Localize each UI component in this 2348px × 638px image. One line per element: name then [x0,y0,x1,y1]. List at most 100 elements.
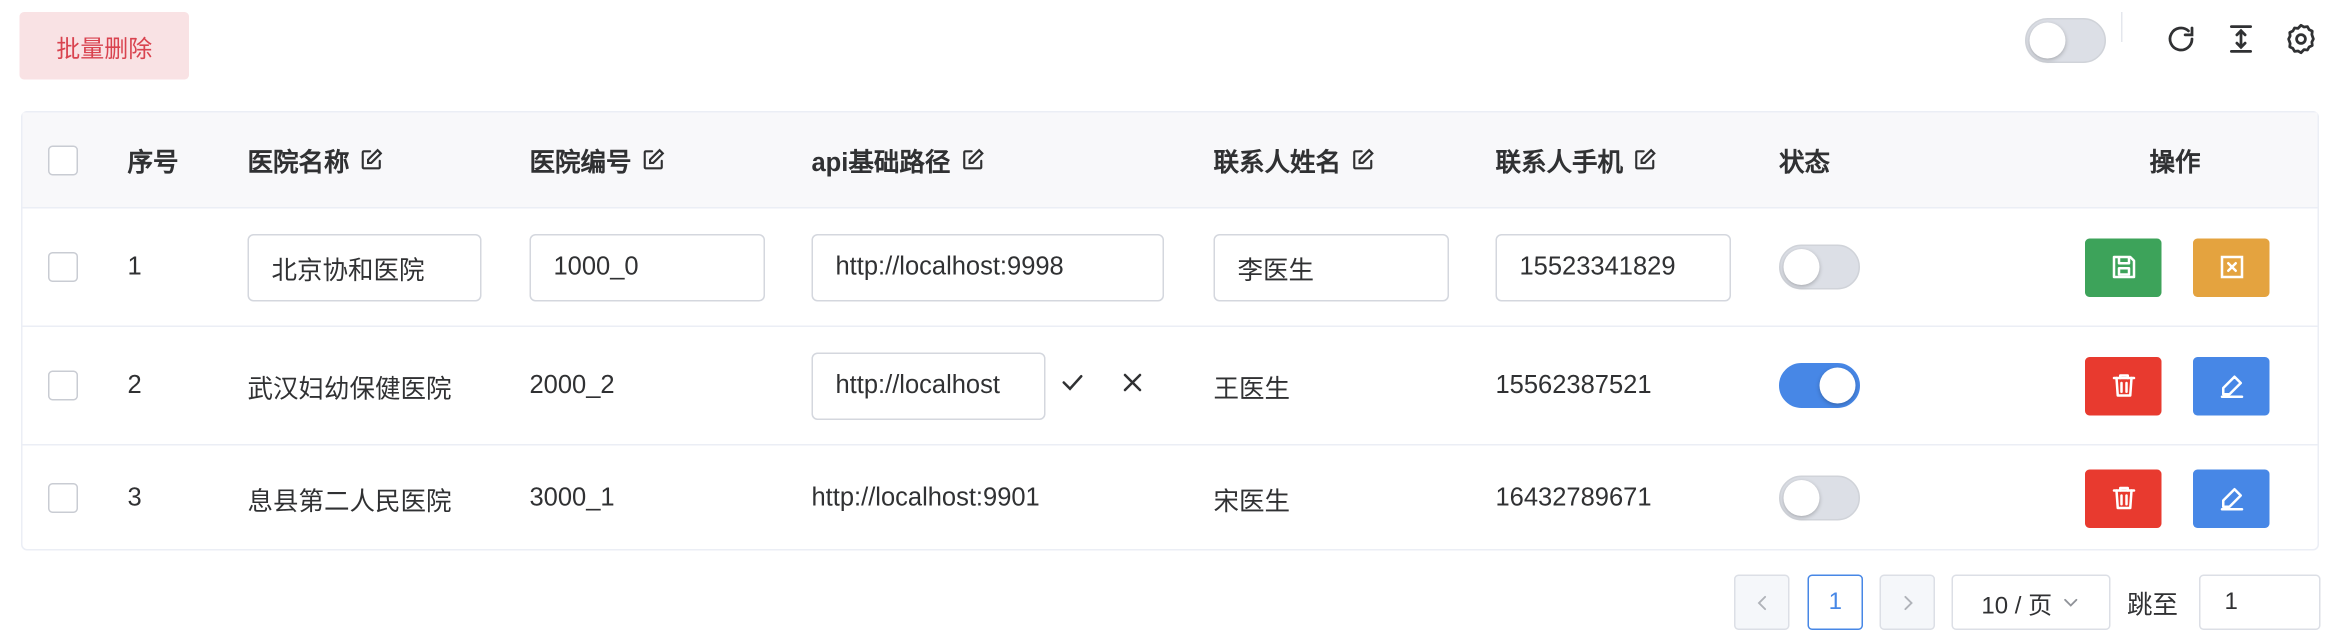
row-index: 3 [127,483,142,512]
page: 批量删除 序号 医院名称 医院编号 api基础路径 联系人姓名 联系人手机 状态… [0,0,2348,638]
contact-name: 王医生 [1213,374,1291,403]
edit-button[interactable] [2193,356,2270,415]
chevron-down-icon [2064,598,2078,607]
chevron-right-icon [1903,595,1913,610]
table-header: 序号 医院名称 医院编号 api基础路径 联系人姓名 联系人手机 状态 操作 [22,112,2318,209]
select-all-cell [48,113,78,208]
jump-label: 跳至 [2127,591,2178,620]
actions-cell-2 [2193,209,2270,326]
batch-delete-button[interactable]: 批量删除 [19,12,189,80]
hospital-name: 武汉妇幼保健医院 [247,374,452,403]
settings-icon[interactable] [2283,21,2319,57]
edit-square-icon [359,147,385,173]
column-label: api基础路径 [811,148,951,178]
row-select-cell [48,446,78,551]
prev-page-button[interactable] [1734,574,1790,630]
edit-square-icon [1350,147,1376,173]
actions-cell-2 [2193,327,2270,444]
status-cell [1779,209,1860,326]
row-checkbox[interactable] [48,370,78,401]
jump-page-input[interactable]: 1 [2199,574,2321,630]
column-label: 医院编号 [529,148,632,178]
column-label: 状态 [1779,148,1830,178]
status-cell [1779,327,1860,444]
status-switch[interactable] [1779,475,1860,521]
edit-square-icon [959,147,985,173]
page-number-button[interactable]: 1 [1807,574,1863,630]
status-cell [1779,446,1860,551]
check-icon[interactable] [1058,367,1088,405]
api-base-url-input[interactable]: http://localhost:9998 [811,233,1164,301]
contact-phone: 16432789671 [1495,483,1652,512]
trash-icon [2112,486,2135,510]
contact-name-input[interactable]: 李医生 [1213,233,1449,301]
save-icon [2112,255,2135,279]
api-base-url: http://localhost:9901 [811,483,1040,512]
pencil-icon [2220,488,2243,511]
hospital-code: 2000_2 [529,370,615,400]
status-switch[interactable] [1779,244,1860,290]
pencil-icon [2220,375,2243,398]
switch-knob [1819,367,1856,404]
trash-icon [2112,374,2135,397]
column-header-api-base-url: api基础路径 [812,113,985,208]
cancel-button[interactable] [2193,237,2270,297]
column-label: 联系人手机 [1495,148,1624,178]
delete-button[interactable] [2085,468,2162,528]
table-row: 1 北京协和医院 1000_0 http://localhost:9998 李医… [22,209,2318,327]
hospital-code: 3000_1 [529,483,615,512]
close-icon[interactable] [1118,367,1148,405]
switch-knob [2029,22,2066,59]
api-base-url-input[interactable]: http://localhost [811,351,1046,420]
column-header-hospital-name: 医院名称 [248,113,385,208]
next-page-button[interactable] [1879,574,1935,630]
column-label: 操作 [2149,148,2201,178]
page-size-select[interactable]: 10 / 页 [1951,574,2111,630]
page-size-label: 10 / 页 [1981,593,2053,619]
edit-square-icon [1632,147,1658,173]
hospital-name-input[interactable]: 北京协和医院 [247,233,482,301]
column-header-index: 序号 [128,113,179,208]
row-select-cell [48,209,78,326]
actions-cell [2085,446,2162,551]
actions-cell [2085,327,2162,444]
contact-phone-input[interactable]: 15523341829 [1495,233,1731,301]
actions-cell [2085,209,2162,326]
column-header-hospital-code: 医院编号 [530,113,667,208]
api-base-url-cell: http://localhost:9998 [811,209,1164,326]
refresh-icon[interactable] [2163,21,2199,57]
column-label: 序号 [127,148,179,178]
select-all-checkbox[interactable] [48,144,78,175]
contact-name-cell: 李医生 [1213,209,1449,326]
table-row: 3 息县第二人民医院 3000_1 http://localhost:9901 … [23,446,2318,551]
contact-phone: 15562387521 [1495,370,1652,400]
close-square-icon [2220,255,2243,279]
column-header-contact-phone: 联系人手机 [1496,113,1658,208]
save-button[interactable] [2085,237,2162,297]
column-height-icon[interactable] [2223,21,2259,57]
delete-button[interactable] [2085,356,2162,415]
column-label: 联系人姓名 [1213,148,1342,178]
status-switch[interactable] [1779,363,1860,408]
confirm-edit-cell [1058,327,1088,444]
table-toggle-switch[interactable] [2025,18,2106,63]
api-base-url-cell: http://localhost [811,327,1046,444]
row-select-cell [48,327,78,444]
column-label: 医院名称 [247,148,350,178]
edit-button[interactable] [2193,468,2270,528]
table-row: 2 武汉妇幼保健医院 2000_2 http://localhost 王医生 1… [22,327,2318,446]
hospital-table: 序号 医院名称 医院编号 api基础路径 联系人姓名 联系人手机 状态 操作 1… [21,111,2319,551]
switch-knob [1783,249,1820,285]
hospital-code-cell: 1000_0 [529,209,765,326]
actions-cell-2 [2193,446,2270,551]
column-header-actions: 操作 [2150,113,2201,208]
row-checkbox[interactable] [48,483,78,513]
edit-square-icon [641,147,667,173]
column-header-status: 状态 [1779,113,1830,208]
contact-name: 宋医生 [1213,486,1291,516]
column-header-contact-name: 联系人姓名 [1214,113,1376,208]
switch-knob [1783,480,1820,516]
chevron-left-icon [1756,595,1766,610]
hospital-code-input[interactable]: 1000_0 [529,233,765,301]
row-checkbox[interactable] [48,252,78,282]
